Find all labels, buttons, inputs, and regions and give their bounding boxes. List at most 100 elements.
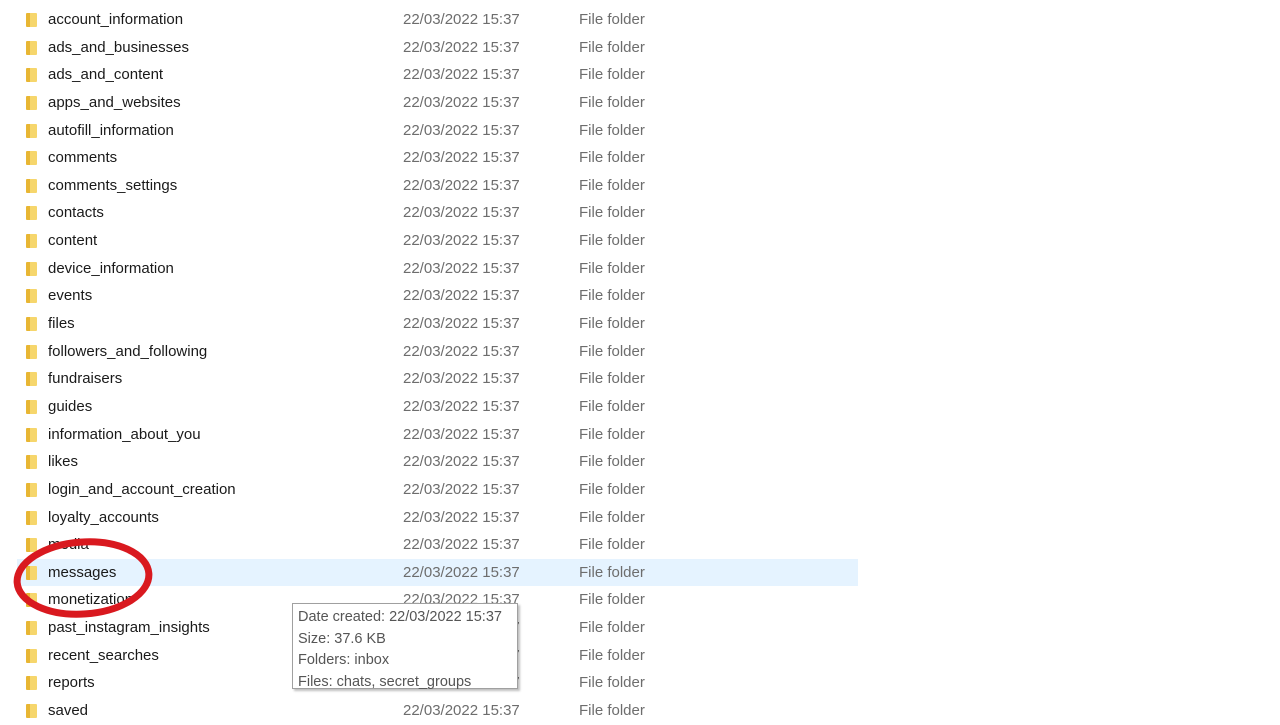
file-name: loyalty_accounts <box>48 508 159 526</box>
file-name: files <box>48 315 75 333</box>
file-name: followers_and_following <box>48 342 208 360</box>
file-name: information_about_you <box>48 425 201 443</box>
file-date: 22/03/2022 15:37 <box>403 536 520 554</box>
file-date: 22/03/2022 15:37 <box>403 204 520 222</box>
folder-icon <box>26 538 37 553</box>
file-type: File folder <box>579 176 645 194</box>
file-name: messages <box>48 563 117 581</box>
file-row-fundraisers[interactable]: fundraisers 22/03/2022 15:37 File folder <box>17 365 858 393</box>
file-row-guides[interactable]: guides 22/03/2022 15:37 File folder <box>17 393 858 421</box>
file-name: device_information <box>48 259 174 277</box>
file-type: File folder <box>579 93 645 111</box>
file-type: File folder <box>579 591 645 609</box>
file-date: 22/03/2022 15:37 <box>403 370 520 388</box>
file-name: monetization <box>48 591 134 609</box>
file-type: File folder <box>579 287 645 305</box>
file-row-events[interactable]: events 22/03/2022 15:37 File folder <box>17 282 858 310</box>
file-row-autofill_information[interactable]: autofill_information 22/03/2022 15:37 Fi… <box>17 117 858 145</box>
file-row-saved[interactable]: saved 22/03/2022 15:37 File folder <box>17 697 858 725</box>
file-row-media[interactable]: media 22/03/2022 15:37 File folder <box>17 531 858 559</box>
file-date: 22/03/2022 15:37 <box>403 563 520 581</box>
folder-icon <box>26 621 37 636</box>
file-name: contacts <box>48 204 104 222</box>
folder-icon <box>26 399 37 414</box>
file-row-content[interactable]: content 22/03/2022 15:37 File folder <box>17 227 858 255</box>
file-date: 22/03/2022 15:37 <box>403 176 520 194</box>
file-type: File folder <box>579 453 645 471</box>
tooltip-size: Size: 37.6 KB <box>298 630 386 647</box>
file-type: File folder <box>579 619 645 637</box>
file-row-contacts[interactable]: contacts 22/03/2022 15:37 File folder <box>17 199 858 227</box>
folder-icon <box>26 151 37 166</box>
file-row-followers_and_following[interactable]: followers_and_following 22/03/2022 15:37… <box>17 338 858 366</box>
file-type: File folder <box>579 563 645 581</box>
file-date: 22/03/2022 15:37 <box>403 702 520 720</box>
file-name: comments_settings <box>48 176 178 194</box>
file-type: File folder <box>579 342 645 360</box>
tooltip-files: Files: chats, secret_groups <box>298 674 472 691</box>
folder-icon <box>26 482 37 497</box>
file-type: File folder <box>579 11 645 28</box>
file-type: File folder <box>579 121 645 139</box>
file-row-ads_and_businesses[interactable]: ads_and_businesses 22/03/2022 15:37 File… <box>17 34 858 62</box>
file-row-ads_and_content[interactable]: ads_and_content 22/03/2022 15:37 File fo… <box>17 61 858 89</box>
folder-icon <box>26 593 37 608</box>
folder-icon <box>26 289 37 304</box>
file-date: 22/03/2022 15:37 <box>403 66 520 84</box>
file-name: account_information <box>48 11 184 28</box>
file-name: login_and_account_creation <box>48 480 236 498</box>
file-type: File folder <box>579 315 645 333</box>
file-name: past_instagram_insights <box>48 619 210 637</box>
folder-icon <box>26 704 37 719</box>
file-row-comments[interactable]: comments 22/03/2022 15:37 File folder <box>17 144 858 172</box>
file-type: File folder <box>579 674 645 692</box>
file-date: 22/03/2022 15:37 <box>403 259 520 277</box>
file-name: comments <box>48 149 118 167</box>
folder-icon <box>26 178 37 193</box>
file-date: 22/03/2022 15:37 <box>403 149 520 167</box>
folder-icon <box>26 344 37 359</box>
file-row-likes[interactable]: likes 22/03/2022 15:37 File folder <box>17 448 858 476</box>
folder-icon <box>26 40 37 55</box>
file-type: File folder <box>579 702 645 720</box>
folder-icon <box>26 427 37 442</box>
tooltip-date-created: Date created: 22/03/2022 15:37 <box>298 609 502 625</box>
file-date: 22/03/2022 15:37 <box>403 232 520 250</box>
file-date: 22/03/2022 15:37 <box>403 453 520 471</box>
tooltip-folders: Folders: inbox <box>298 652 390 669</box>
file-type: File folder <box>579 397 645 415</box>
file-row-device_information[interactable]: device_information 22/03/2022 15:37 File… <box>17 255 858 283</box>
file-type: File folder <box>579 38 645 56</box>
file-type: File folder <box>579 232 645 250</box>
file-row-messages[interactable]: messages 22/03/2022 15:37 File folder <box>17 558 858 587</box>
file-row-loyalty_accounts[interactable]: loyalty_accounts 22/03/2022 15:37 File f… <box>17 504 858 532</box>
folder-icon <box>26 123 37 138</box>
folder-icon <box>26 234 37 249</box>
file-type: File folder <box>579 480 645 498</box>
file-type: File folder <box>579 149 645 167</box>
file-type: File folder <box>579 536 645 554</box>
folder-icon <box>26 565 37 580</box>
file-row-information_about_you[interactable]: information_about_you 22/03/2022 15:37 F… <box>17 421 858 449</box>
file-row-comments_settings[interactable]: comments_settings 22/03/2022 15:37 File … <box>17 172 858 200</box>
file-row-apps_and_websites[interactable]: apps_and_websites 22/03/2022 15:37 File … <box>17 89 858 117</box>
file-name: reports <box>48 674 95 692</box>
folder-icon <box>26 455 37 470</box>
file-date: 22/03/2022 15:37 <box>403 93 520 111</box>
file-row-files[interactable]: files 22/03/2022 15:37 File folder <box>17 310 858 338</box>
folder-icon <box>26 261 37 276</box>
file-row-login_and_account_creation[interactable]: login_and_account_creation 22/03/2022 15… <box>17 476 858 504</box>
file-type: File folder <box>579 204 645 222</box>
file-name: ads_and_businesses <box>48 38 189 56</box>
file-date: 22/03/2022 15:37 <box>403 425 520 443</box>
folder-icon <box>26 676 37 691</box>
file-date: 22/03/2022 15:37 <box>403 342 520 360</box>
file-type: File folder <box>579 646 645 664</box>
file-name: likes <box>48 453 79 471</box>
folder-icon <box>26 13 37 27</box>
file-name: events <box>48 287 93 305</box>
file-name: media <box>48 536 89 554</box>
folder-icon <box>26 68 37 83</box>
file-row-account_information[interactable]: account_information 22/03/2022 15:37 Fil… <box>17 6 858 34</box>
file-date: 22/03/2022 15:37 <box>403 11 520 28</box>
